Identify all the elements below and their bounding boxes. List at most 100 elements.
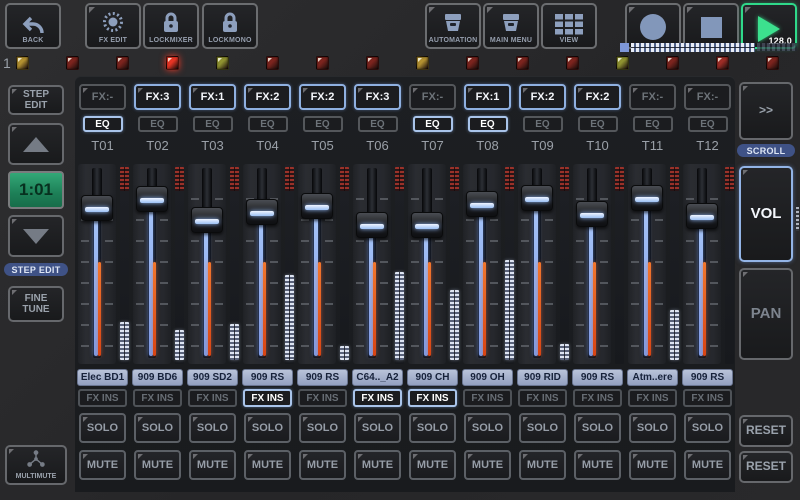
sample-name[interactable]: 909 CH: [407, 369, 458, 386]
pattern-icon[interactable]: [216, 56, 229, 70]
solo-button[interactable]: SOLO: [409, 413, 456, 443]
sample-name[interactable]: 909 RID: [517, 369, 568, 386]
mute-button[interactable]: MUTE: [684, 450, 731, 480]
scrollbar-hint[interactable]: [796, 207, 799, 231]
mute-button[interactable]: MUTE: [299, 450, 346, 480]
mute-button[interactable]: MUTE: [629, 450, 676, 480]
sample-name[interactable]: 909 SD2: [187, 369, 238, 386]
pattern-icon[interactable]: [766, 56, 779, 70]
fader-strip[interactable]: [78, 164, 116, 364]
pattern-icon[interactable]: [116, 56, 129, 70]
pattern-icon[interactable]: [166, 56, 179, 70]
mute-button[interactable]: MUTE: [409, 450, 456, 480]
eq-button[interactable]: EQ: [83, 116, 123, 132]
fx-slot-button[interactable]: FX:1: [464, 84, 511, 110]
pattern-icon[interactable]: [16, 56, 29, 70]
fx-ins-button[interactable]: FX INS: [628, 389, 677, 407]
fader-strip[interactable]: [353, 164, 391, 364]
fader-handle[interactable]: [191, 207, 223, 233]
fx-slot-button[interactable]: FX:2: [519, 84, 566, 110]
step-edit-button[interactable]: STEP EDIT: [8, 85, 64, 115]
solo-button[interactable]: SOLO: [79, 413, 126, 443]
mute-button[interactable]: MUTE: [464, 450, 511, 480]
mute-button[interactable]: MUTE: [354, 450, 401, 480]
fx-slot-button[interactable]: FX:2: [299, 84, 346, 110]
fx-slot-button[interactable]: FX:-: [79, 84, 126, 110]
pattern-icon[interactable]: [516, 56, 529, 70]
back-button[interactable]: BACK: [5, 3, 61, 49]
sample-name[interactable]: 909 RS: [572, 369, 623, 386]
fx-ins-button[interactable]: FX INS: [133, 389, 182, 407]
step-down-button[interactable]: [8, 215, 64, 257]
mute-button[interactable]: MUTE: [574, 450, 621, 480]
fx-slot-button[interactable]: FX:-: [684, 84, 731, 110]
fx-ins-button[interactable]: FX INS: [298, 389, 347, 407]
fader-handle[interactable]: [81, 195, 113, 221]
solo-button[interactable]: SOLO: [354, 413, 401, 443]
eq-button[interactable]: EQ: [688, 116, 728, 132]
fx-edit-button[interactable]: FX EDIT: [85, 3, 141, 49]
fx-slot-button[interactable]: FX:-: [629, 84, 676, 110]
pattern-icon[interactable]: [466, 56, 479, 70]
lock-mono-button[interactable]: LOCKMONO: [202, 3, 258, 49]
fader-strip[interactable]: [628, 164, 666, 364]
fader-strip[interactable]: [573, 164, 611, 364]
fader-handle[interactable]: [576, 201, 608, 227]
fx-slot-button[interactable]: FX:2: [574, 84, 621, 110]
solo-button[interactable]: SOLO: [684, 413, 731, 443]
reset-solo-button[interactable]: RESET: [739, 415, 793, 447]
multimute-button[interactable]: MULTIMUTE: [5, 445, 67, 485]
pattern-icon[interactable]: [366, 56, 379, 70]
pattern-icon[interactable]: [416, 56, 429, 70]
fader-handle[interactable]: [631, 185, 663, 211]
fader-strip[interactable]: [188, 164, 226, 364]
eq-button[interactable]: EQ: [248, 116, 288, 132]
fader-handle[interactable]: [521, 185, 553, 211]
pattern-icon[interactable]: [66, 56, 79, 70]
fader-strip[interactable]: [518, 164, 556, 364]
fx-ins-button[interactable]: FX INS: [78, 389, 127, 407]
fx-slot-button[interactable]: FX:2: [244, 84, 291, 110]
fader-handle[interactable]: [136, 186, 168, 212]
eq-button[interactable]: EQ: [633, 116, 673, 132]
fine-tune-button[interactable]: FINE TUNE: [8, 286, 64, 322]
solo-button[interactable]: SOLO: [299, 413, 346, 443]
eq-button[interactable]: EQ: [468, 116, 508, 132]
fx-ins-button[interactable]: FX INS: [683, 389, 732, 407]
sample-name[interactable]: 909 RS: [242, 369, 293, 386]
step-up-button[interactable]: [8, 123, 64, 165]
automation-button[interactable]: AUTOMATION: [425, 3, 481, 49]
fader-strip[interactable]: [408, 164, 446, 364]
main-menu-button[interactable]: MAIN MENU: [483, 3, 539, 49]
pattern-icon[interactable]: [666, 56, 679, 70]
fx-ins-button[interactable]: FX INS: [188, 389, 237, 407]
sample-name[interactable]: 909 RS: [682, 369, 733, 386]
mute-button[interactable]: MUTE: [519, 450, 566, 480]
eq-button[interactable]: EQ: [303, 116, 343, 132]
eq-button[interactable]: EQ: [358, 116, 398, 132]
fader-handle[interactable]: [301, 193, 333, 219]
solo-button[interactable]: SOLO: [134, 413, 181, 443]
eq-button[interactable]: EQ: [413, 116, 453, 132]
solo-button[interactable]: SOLO: [189, 413, 236, 443]
solo-button[interactable]: SOLO: [464, 413, 511, 443]
scroll-right-button[interactable]: >>: [739, 82, 793, 140]
fader-strip[interactable]: [133, 164, 171, 364]
sample-name[interactable]: 909 OH: [462, 369, 513, 386]
solo-button[interactable]: SOLO: [574, 413, 621, 443]
vol-tab-button[interactable]: VOL: [739, 166, 793, 262]
mute-button[interactable]: MUTE: [244, 450, 291, 480]
eq-button[interactable]: EQ: [578, 116, 618, 132]
fx-slot-button[interactable]: FX:1: [189, 84, 236, 110]
pattern-icon[interactable]: [566, 56, 579, 70]
fx-ins-button[interactable]: FX INS: [463, 389, 512, 407]
fx-ins-button[interactable]: FX INS: [353, 389, 402, 407]
fader-handle[interactable]: [466, 191, 498, 217]
solo-button[interactable]: SOLO: [244, 413, 291, 443]
pattern-icon[interactable]: [316, 56, 329, 70]
fader-strip[interactable]: [463, 164, 501, 364]
fx-ins-button[interactable]: FX INS: [243, 389, 292, 407]
solo-button[interactable]: SOLO: [629, 413, 676, 443]
eq-button[interactable]: EQ: [193, 116, 233, 132]
reset-mute-button[interactable]: RESET: [739, 451, 793, 483]
